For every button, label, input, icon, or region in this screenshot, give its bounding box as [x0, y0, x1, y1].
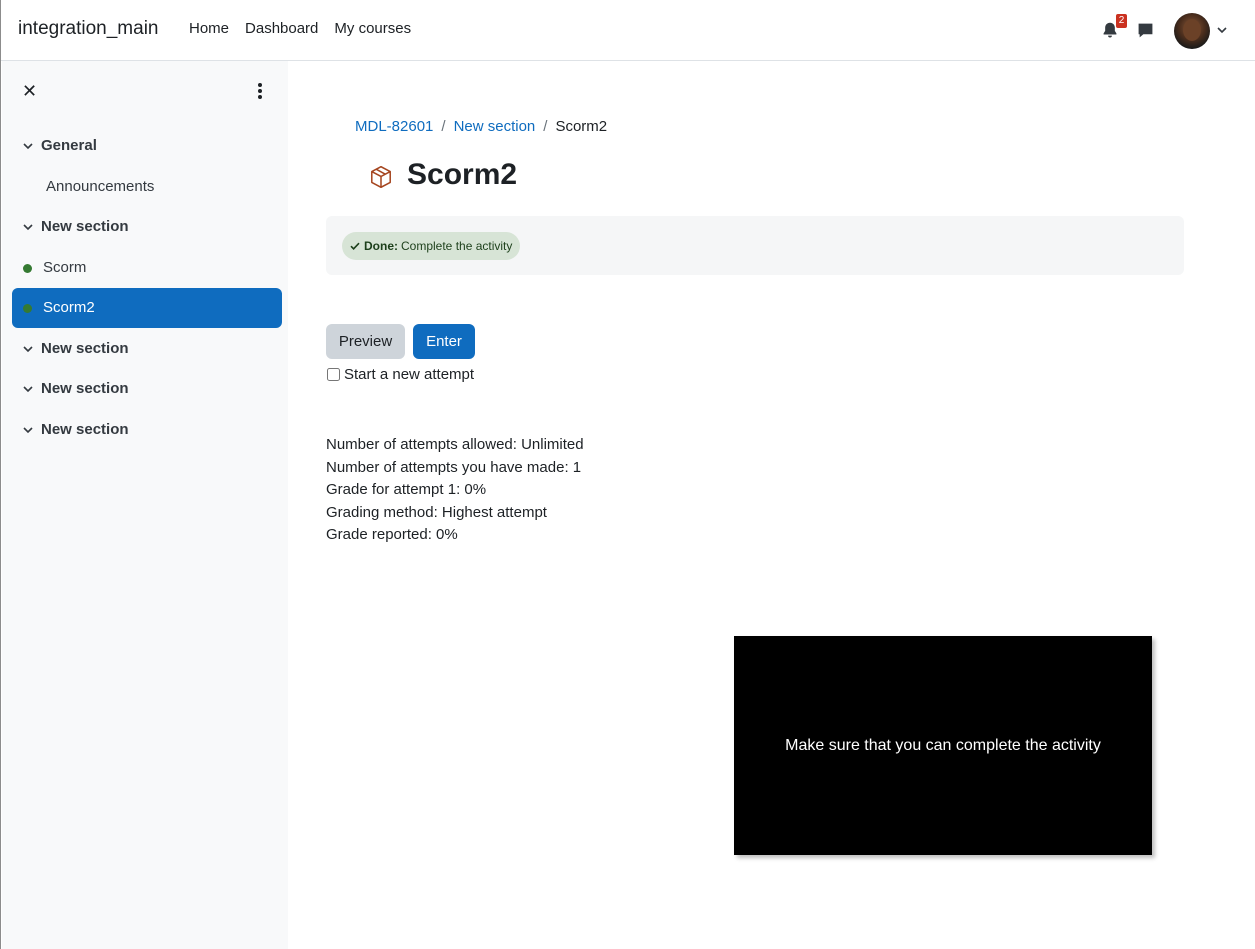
info-grade-reported: Grade reported: 0% [326, 526, 458, 543]
close-icon[interactable]: ✕ [22, 81, 37, 102]
more-options-icon[interactable] [254, 81, 266, 99]
info-grade-attempt-1: Grade for attempt 1: 0% [326, 481, 487, 498]
sidebar-section-label: New section [41, 340, 129, 357]
sidebar-section-label: New section [41, 421, 129, 438]
chevron-down-icon [23, 345, 33, 352]
new-attempt-checkbox[interactable] [327, 368, 340, 381]
sidebar-section-general[interactable]: General [22, 137, 97, 154]
sidebar-section-label: General [41, 137, 97, 154]
enter-button[interactable]: Enter [413, 324, 475, 359]
page: integration_main Home Dashboard My cours… [0, 0, 1255, 949]
sidebar-section-new-section-4[interactable]: New section [22, 421, 129, 438]
site-name[interactable]: integration_main [18, 18, 158, 40]
chevron-down-icon [23, 223, 33, 230]
top-navbar: integration_main Home Dashboard My cours… [1, 0, 1255, 61]
notification-count-badge: 2 [1116, 14, 1127, 28]
completion-text: Complete the activity [401, 239, 513, 253]
chat-icon[interactable] [1137, 22, 1154, 39]
attempt-info: Number of attempts allowed: Unlimited Nu… [326, 434, 584, 547]
completion-status: Done: [364, 239, 398, 253]
package-icon [371, 165, 391, 189]
breadcrumb-section[interactable]: New section [454, 118, 536, 135]
nav-dashboard[interactable]: Dashboard [245, 20, 318, 37]
tour-message-overlay: Make sure that you can complete the acti… [734, 636, 1152, 855]
chevron-down-icon [23, 385, 33, 392]
sidebar-item-scorm[interactable]: Scorm [23, 259, 86, 276]
sidebar-item-scorm2[interactable]: Scorm2 [12, 288, 282, 328]
sidebar-section-label: New section [41, 218, 129, 235]
completion-status-badge: Done: Complete the activity [342, 232, 521, 260]
sidebar-section-new-section-2[interactable]: New section [22, 340, 129, 357]
avatar[interactable] [1174, 13, 1210, 49]
nav-home[interactable]: Home [189, 20, 229, 37]
breadcrumb-current: Scorm2 [555, 118, 608, 135]
check-icon [350, 242, 360, 250]
breadcrumb-course[interactable]: MDL-82601 [355, 118, 433, 135]
page-title: Scorm2 [407, 158, 518, 191]
completion-dot [23, 263, 32, 273]
sidebar-section-new-section-1[interactable]: New section [22, 218, 129, 235]
sidebar-section-label: New section [41, 380, 129, 397]
sidebar-item-label: Scorm [43, 259, 87, 276]
tour-message-text: Make sure that you can complete the acti… [785, 736, 1101, 754]
breadcrumb: MDL-82601 / New section / Scorm2 [355, 118, 608, 135]
info-attempts-made: Number of attempts you have made: 1 [326, 458, 582, 476]
sidebar-item-label: Scorm2 [43, 299, 95, 316]
nav-my-courses[interactable]: My courses [334, 20, 411, 37]
preview-button[interactable]: Preview [326, 324, 405, 359]
sidebar-section-new-section-3[interactable]: New section [22, 380, 129, 397]
new-attempt-label: Start a new attempt [344, 366, 475, 383]
sidebar-item-announcements[interactable]: Announcements [46, 178, 154, 195]
activity-completion-info: Done: Complete the activity [326, 216, 1184, 275]
primary-nav: Home Dashboard My courses [189, 20, 411, 37]
chevron-down-icon [23, 142, 33, 149]
chevron-down-icon [23, 426, 33, 433]
info-attempts-allowed: Number of attempts allowed: Unlimited [326, 436, 584, 453]
chevron-down-icon[interactable] [1216, 24, 1228, 36]
course-index-drawer: ✕ General Announcements New section Scor… [2, 61, 288, 949]
completion-dot [23, 303, 32, 313]
info-grading-method: Grading method: Highest attempt [326, 503, 547, 521]
new-attempt-option[interactable]: Start a new attempt [326, 366, 474, 383]
